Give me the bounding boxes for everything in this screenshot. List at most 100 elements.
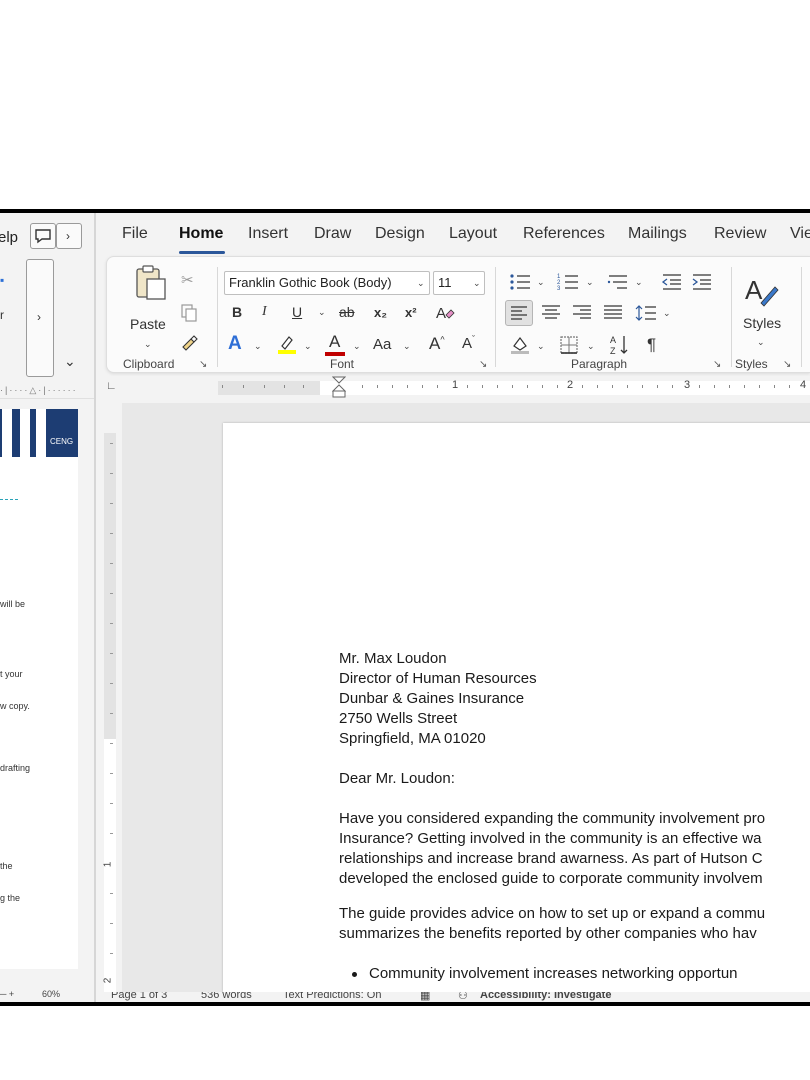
tab-layout[interactable]: Layout	[449, 225, 497, 243]
tab-insert[interactable]: Insert	[248, 225, 288, 243]
vruler-margin	[104, 433, 116, 739]
ruler-tick	[612, 385, 613, 388]
subscript-button[interactable]: x₂	[374, 306, 387, 319]
sort-icon[interactable]: A Z	[609, 333, 631, 357]
align-left-button[interactable]	[505, 300, 533, 326]
dialog-launcher-icon[interactable]: ↘	[479, 359, 487, 370]
styles-icon[interactable]: A	[743, 273, 783, 313]
dialog-launcher-icon[interactable]: ↘	[199, 359, 207, 370]
align-center-icon[interactable]	[540, 303, 562, 323]
align-right-icon[interactable]	[571, 303, 593, 323]
italic-button[interactable]: I	[262, 305, 267, 319]
numbering-icon[interactable]: 1 2 3	[557, 272, 579, 292]
accessibility-status[interactable]: Accessibility: Investigate	[480, 992, 611, 1001]
focus-mode-icon[interactable]: ▦	[420, 992, 430, 1002]
pane-scroll-button[interactable]: ›	[26, 259, 54, 377]
tab-selector-icon[interactable]: ∟	[106, 380, 117, 392]
address-line: Director of Human Resources	[339, 670, 537, 687]
accessibility-icon[interactable]: ⚇	[458, 992, 468, 1002]
ruler-tick	[467, 385, 468, 388]
chevron-down-icon[interactable]: ⌄	[663, 308, 671, 319]
tab-file[interactable]: File	[122, 225, 148, 243]
text-predictions-status[interactable]: Text Predictions: On	[283, 992, 381, 1001]
chevron-down-icon[interactable]: ⌄	[586, 277, 594, 288]
chevron-down-icon[interactable]: ⌄	[64, 353, 76, 370]
font-family-select[interactable]: Franklin Gothic Book (Body) ⌄	[224, 271, 430, 295]
ruler-margin	[218, 381, 320, 395]
highlighter-icon[interactable]	[276, 333, 298, 355]
show-formatting-marks-icon[interactable]: ¶	[647, 336, 656, 353]
horizontal-ruler[interactable]: ∟ 1 2 3 4	[98, 376, 810, 400]
chevron-down-icon[interactable]: ⌄	[587, 341, 595, 352]
shrink-font-button[interactable]: Aˇ	[462, 335, 475, 352]
bullets-icon[interactable]	[509, 272, 531, 292]
strikethrough-button[interactable]: ab	[339, 305, 355, 319]
paste-button[interactable]: Paste	[130, 317, 166, 331]
zoom-level[interactable]: 60%	[42, 989, 60, 999]
font-color-icon[interactable]: A	[329, 333, 340, 350]
paste-icon[interactable]	[131, 263, 171, 303]
justify-icon[interactable]	[602, 303, 624, 323]
ribbon: Paste ⌄ ✂ Clipboard ↘ Franklin Gothic Bo…	[106, 256, 810, 373]
left-pane-page[interactable]: CENG will be t your w copy. drafting the…	[0, 409, 78, 969]
bold-button[interactable]: B	[232, 305, 242, 319]
pane-text: r	[0, 308, 4, 322]
ruler-tick	[392, 385, 393, 388]
copy-icon[interactable]	[179, 303, 199, 323]
underline-button[interactable]: U	[292, 305, 302, 319]
chevron-down-icon[interactable]: ⌄	[353, 341, 361, 352]
ruler-tick	[482, 385, 483, 388]
text-effects-icon[interactable]: A	[228, 334, 242, 353]
tab-design[interactable]: Design	[375, 225, 425, 243]
decrease-indent-icon[interactable]	[661, 272, 683, 292]
help-tab[interactable]: elp	[0, 229, 18, 246]
superscript-button[interactable]: x²	[405, 306, 417, 319]
dialog-launcher-icon[interactable]: ↘	[713, 359, 721, 370]
line-spacing-icon[interactable]	[635, 303, 657, 323]
dialog-launcher-icon[interactable]: ↘	[783, 359, 791, 370]
tab-home[interactable]: Home	[179, 225, 223, 243]
tab-references[interactable]: References	[523, 225, 605, 243]
format-painter-icon[interactable]	[179, 333, 199, 353]
chevron-down-icon[interactable]: ⌄	[757, 337, 765, 348]
chevron-down-icon[interactable]: ⌄	[304, 341, 312, 352]
chevron-down-icon[interactable]: ⌄	[254, 341, 262, 352]
more-button[interactable]: ›	[56, 223, 82, 249]
comment-button[interactable]	[30, 223, 56, 249]
cut-icon[interactable]: ✂	[181, 273, 194, 288]
address-line: Mr. Max Loudon	[339, 650, 447, 667]
letter-body[interactable]: Mr. Max Loudon Director of Human Resourc…	[339, 649, 810, 992]
change-case-button[interactable]: Aa	[373, 337, 391, 352]
indent-marker-icon[interactable]	[332, 376, 346, 400]
salutation: Dear Mr. Loudon:	[339, 769, 810, 789]
increase-indent-icon[interactable]	[691, 272, 713, 292]
chevron-down-icon[interactable]: ⌄	[537, 341, 545, 352]
vruler-tick	[110, 563, 113, 564]
document-page[interactable]: Mr. Max Loudon Director of Human Resourc…	[223, 423, 810, 992]
paragraph-line: Insurance? Getting involved in the commu…	[339, 830, 762, 847]
chevron-down-icon[interactable]: ⌄	[144, 339, 152, 350]
page-count[interactable]: Page 1 of 3	[111, 992, 167, 1001]
vertical-ruler[interactable]: 1 2	[100, 403, 120, 993]
multilevel-list-icon[interactable]	[607, 272, 629, 292]
tab-mailings[interactable]: Mailings	[628, 225, 687, 243]
tab-draw[interactable]: Draw	[314, 225, 351, 243]
ruler-number: 3	[684, 379, 691, 391]
styles-button[interactable]: Styles	[743, 316, 781, 330]
font-size-select[interactable]: 11 ⌄	[433, 271, 485, 295]
word-count[interactable]: 536 words	[201, 992, 252, 1001]
document-canvas[interactable]: Mr. Max Loudon Director of Human Resourc…	[122, 403, 810, 992]
tab-view[interactable]: Vie	[790, 225, 810, 243]
shading-icon[interactable]	[509, 334, 531, 356]
chevron-down-icon[interactable]: ⌄	[635, 277, 643, 288]
chevron-down-icon[interactable]: ⌄	[403, 341, 411, 352]
ruler-tick	[243, 385, 244, 388]
tab-review[interactable]: Review	[714, 225, 766, 243]
clear-formatting-icon[interactable]: A	[434, 303, 456, 323]
chevron-down-icon[interactable]: ⌄	[318, 307, 326, 318]
vruler-tick	[110, 623, 113, 624]
chevron-down-icon[interactable]: ⌄	[537, 277, 545, 288]
zoom-slider-icon[interactable]: ─ +	[0, 989, 14, 999]
grow-font-button[interactable]: A^	[429, 335, 445, 352]
borders-icon[interactable]	[558, 334, 580, 356]
